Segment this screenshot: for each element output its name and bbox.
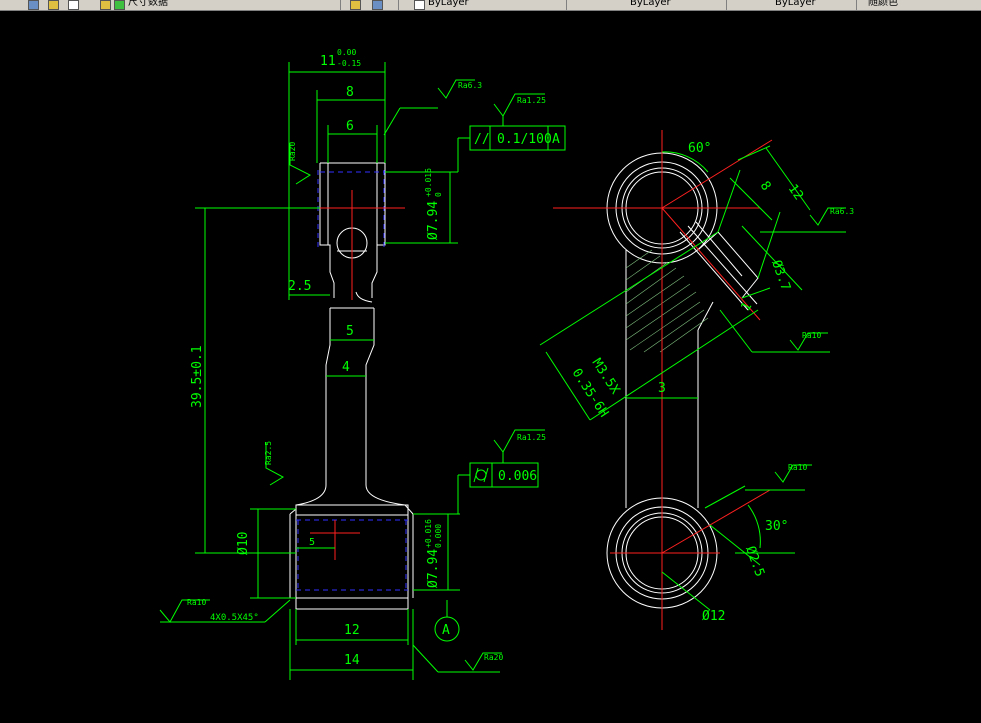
right-view: 60° 8 12 Ø3.7 1 M3.5X 0.35-6H 3 30° Ø2.5… [539,130,854,630]
left-view: 11 0.00 -0.15 8 6 2.5 5 4 39.5±0.1 Ø10 5… [159,48,566,680]
dim-dia3-7: Ø3.7 [741,225,846,293]
dim-12-value: 12 [344,623,360,638]
roughness-ra-4-label: Ra2.5 [264,441,273,465]
fcf-parallelism-symbol: // [474,132,490,147]
linetype-select[interactable]: ByLayer [630,0,671,10]
dim-5-value: 5 [346,324,354,339]
dim-hole-top-tol-l: 0 [434,192,443,197]
dim-4-value: 4 [342,360,350,375]
side-roughness-1: Ra6.3 [809,207,854,226]
datum-a: A [434,600,460,642]
dim-4: 4 [326,360,366,377]
roughness-ra-1-label: Ra6.3 [458,81,482,90]
side-roughness-3-label: Ra10 [788,463,807,472]
color-select[interactable]: ByLayer [428,0,469,10]
roughness-ra-6-label: Ra1.25 [517,433,546,442]
lineweight-select[interactable]: ByLayer [775,0,816,10]
roughness-ra-4: Ra2.5 [264,441,285,486]
dim-5-small: 5 [296,537,335,549]
chamfer-note-text: 4X0.5X45° [210,613,259,623]
roughness-ra-2: Ra1.25 [493,93,546,126]
dim-14: 14 [289,609,414,680]
dim-angle-60: 60° [661,141,711,173]
dim-dia2-5: Ø2.5 [709,524,767,579]
square-icon[interactable] [68,0,79,10]
dim-11-tol-upper: 0.00 [337,48,356,57]
color-swatch-icon[interactable] [114,0,125,10]
thread-callout: M3.5X 0.35-6H [539,231,759,421]
side-outline [606,152,759,609]
fcf-parallelism-value: 0.1/100 [497,132,552,147]
dim-2-5: 2.5 [288,279,330,296]
dim-11-value: 11 [320,54,336,69]
fcf-parallelism-datum: A [552,132,560,147]
layer-name-field[interactable]: 尺寸数据 [128,0,168,10]
side-roughness-2: Ra10 [719,309,830,353]
drawing-canvas[interactable]: 11 0.00 -0.15 8 6 2.5 5 4 39.5±0.1 Ø10 5… [0,11,981,723]
dim-hole-bottom-tol-u: +0.016 [424,519,433,548]
dim-hole-top-value: Ø7.94 [426,201,441,240]
dim-hole-top: Ø7.94 +0.016 0 [385,168,458,244]
dim-hole-top-tol-u: +0.016 [424,168,433,197]
bulb-icon[interactable] [100,0,111,10]
side-roughness-3: Ra10 [745,463,812,491]
datum-a-label: A [442,623,450,638]
cad-toolbar: 尺寸数据 ByLayer ByLayer ByLayer 随颜色 [0,0,981,11]
ra-chamfer-label: Ra10 [187,598,206,607]
fcf-parallelism: // 0.1/100 A [457,125,566,172]
dim-6-value: 6 [346,119,354,134]
dim-hole-bottom-value: Ø7.94 [426,549,441,588]
sun-icon[interactable] [48,0,59,10]
dim-8-value: 8 [346,85,354,100]
dim-hole-bottom-tol-l: 0.000 [434,524,443,548]
match-properties-icon[interactable] [350,0,361,10]
dim-6: 6 [327,119,378,163]
fcf-cylindricity-value: 0.006 [498,469,537,484]
roughness-ra-6: Ra1.25 [493,429,546,463]
dim-side-3-value: 3 [658,381,666,396]
dim-length: 39.5±0.1 [190,207,320,554]
dim-dia3-7-value: Ø3.7 [768,258,793,293]
roughness-ra-1: Ra6.3 [383,79,482,136]
roughness-ra-7: Ra20 [412,644,503,673]
dim-dia12-side-value: Ø12 [702,609,725,624]
side-roughness-1-label: Ra6.3 [830,207,854,216]
dim-length-value: 39.5±0.1 [190,345,205,408]
dim-12: 12 [295,609,409,645]
roughness-ra-7-label: Ra20 [484,653,503,662]
hatch-section [625,249,709,353]
dim-14-value: 14 [344,653,360,668]
dim-dia2-5-value: Ø2.5 [742,544,767,579]
dim-side-8-value: 8 [757,179,774,194]
dim-2-5-value: 2.5 [288,279,311,294]
plotstyle-select[interactable]: 随颜色 [868,0,898,10]
fcf-cylindricity: 0.006 [457,462,539,514]
layer-previous-icon[interactable] [372,0,383,10]
color-box-icon [414,0,425,10]
dim-11: 11 0.00 -0.15 [288,48,386,300]
dim-5-small-value: 5 [309,537,315,548]
dim-11-tol-lower: -0.15 [337,59,361,68]
dim-side-12: 12 [737,145,811,211]
dim-dia10-value: Ø10 [236,532,251,555]
dim-hole-bottom: Ø7.94 +0.016 0.000 [413,513,460,591]
dim-5: 5 [330,324,374,341]
side-roughness-2-label: Ra10 [802,331,821,340]
roughness-ra-2-label: Ra1.25 [517,96,546,105]
layer-icon[interactable] [28,0,39,10]
chamfer-note: Ra10 4X0.5X45° [159,598,291,623]
roughness-ra-3-label: Ra20 [288,142,297,161]
dim-angle-60-value: 60° [688,141,711,156]
roughness-ra-3: Ra20 [288,142,312,185]
dim-angle-30-value: 30° [765,519,788,534]
